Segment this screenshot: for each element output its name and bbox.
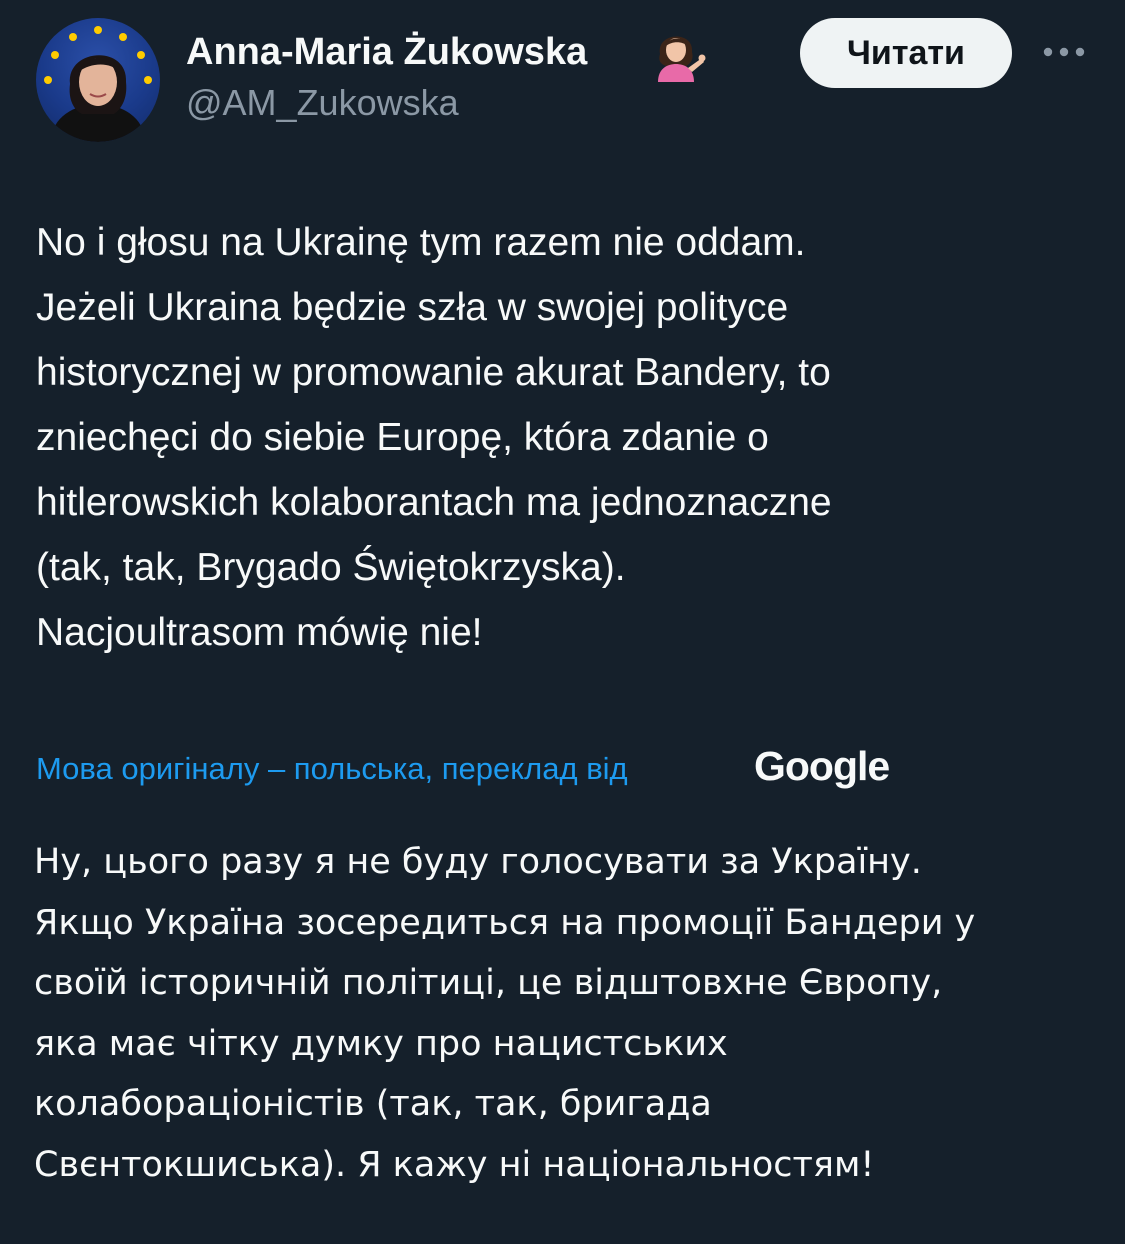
translated-tweet-text: Ну, цього разу я не буду голосувати за У… [34,842,976,1185]
translation-note-link[interactable]: Мова оригіналу – польська, переклад від [36,744,628,794]
eu-flag-portrait-icon [44,26,152,142]
tweet-header: Anna-Maria Żukowska @AM_Zukowska Читати [0,0,1125,150]
more-dots-icon[interactable] [1040,40,1088,64]
avatar[interactable] [36,18,160,142]
follow-button[interactable]: Читати [800,18,1012,88]
display-name[interactable]: Anna-Maria Żukowska [186,28,587,76]
user-handle[interactable]: @AM_Zukowska [186,80,459,126]
woman-tipping-hand-icon [648,24,706,82]
google-logo: Google [754,743,890,789]
tweet-text: No i głosu na Ukrainę tym razem nie odda… [36,221,832,654]
